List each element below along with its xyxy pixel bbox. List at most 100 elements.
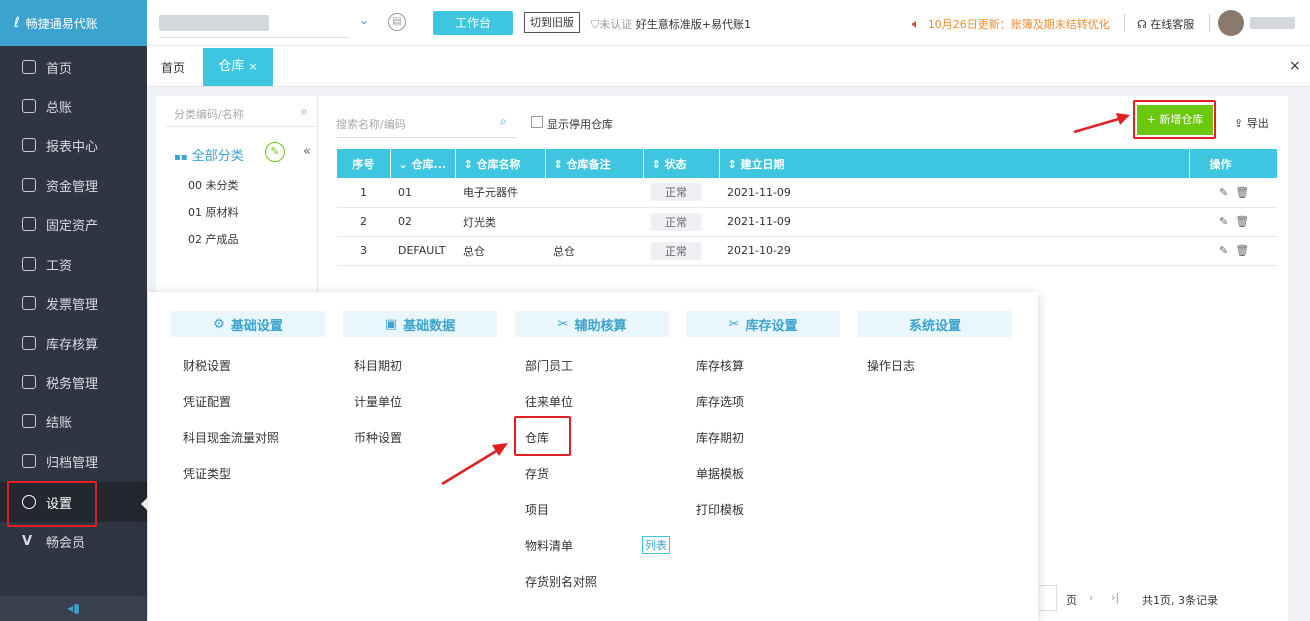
menu-item-inventory-opening[interactable]: 库存期初: [696, 429, 744, 446]
menu-item-departments[interactable]: 部门员工: [525, 357, 573, 374]
workbench-button[interactable]: 工作台: [433, 11, 513, 35]
highlight-settings: [7, 481, 97, 527]
online-service-button[interactable]: ☊ 在线客服: [1137, 16, 1194, 32]
menu-item-voucher-type[interactable]: 凭证类型: [183, 465, 231, 482]
money-icon: [22, 178, 36, 192]
menu-item-voucher-config[interactable]: 凭证配置: [183, 393, 231, 410]
doc-icon[interactable]: ▤: [388, 13, 406, 31]
menu-item-opening-balance[interactable]: 科目期初: [354, 357, 402, 374]
menu-item-operation-log[interactable]: 操作日志: [867, 357, 915, 374]
sidebar-item-vip[interactable]: V 畅会员: [0, 521, 147, 561]
sidebar: ℓ 畅捷通易代账 首页 总账 报表中心 资金管理 固定资产 工资 发票管理 库存…: [0, 0, 147, 621]
sidebar-item-invoice[interactable]: 发票管理: [0, 283, 147, 323]
update-notice[interactable]: 🔈︎ 10月26日更新：账簿及期末结转优化: [912, 16, 1110, 32]
menu-item-units[interactable]: 计量单位: [354, 393, 402, 410]
search-icon[interactable]: ⌕: [500, 114, 507, 129]
tree-node[interactable]: 02 产成品: [188, 231, 239, 247]
divider: [166, 126, 318, 127]
username-blurred[interactable]: [1250, 17, 1295, 29]
warehouse-table: 序号 ⌄ 仓库... ⇕ 仓库名称 ⇕ 仓库备注 ⇕ 状态 ⇕ 建立日期 操作 …: [337, 149, 1277, 266]
vip-icon: V: [22, 533, 33, 549]
speaker-icon: 🔈︎: [912, 17, 920, 32]
ledger-icon: [22, 99, 36, 113]
menu-item-stock-alias[interactable]: 存货别名对照: [525, 573, 597, 590]
col-header-name[interactable]: ⇕ 仓库名称: [455, 149, 546, 178]
header-divider-2: [1209, 14, 1210, 32]
tax-icon: [22, 375, 36, 389]
avatar[interactable]: [1218, 10, 1244, 36]
delete-icon[interactable]: 🗑︎: [1235, 244, 1249, 257]
sidebar-item-funds[interactable]: 资金管理: [0, 165, 147, 205]
menu-heading-system-settings: 系统设置: [858, 311, 1012, 337]
tab-home[interactable]: 首页: [161, 59, 185, 76]
status-badge: 正常: [651, 183, 701, 202]
delete-icon[interactable]: 🗑︎: [1235, 215, 1249, 228]
col-header-status[interactable]: ⇕ 状态: [643, 149, 720, 178]
sidebar-item-archive[interactable]: 归档管理: [0, 441, 147, 481]
col-header-actions: 操作: [1189, 149, 1277, 178]
tools-icon: ✂: [557, 316, 569, 332]
table-row: 2 02 灯光类 正常 2021-11-09 ✎ 🗑︎: [337, 207, 1277, 237]
chart-icon: [22, 138, 36, 152]
menu-item-print-template[interactable]: 打印模板: [696, 501, 744, 518]
page-input[interactable]: [1039, 585, 1057, 611]
close-all-tabs-icon[interactable]: ×: [1289, 58, 1301, 74]
headset-icon: ☊: [1137, 18, 1147, 31]
tab-warehouse[interactable]: 仓库 ×: [203, 48, 273, 86]
menu-item-doc-template[interactable]: 单据模板: [696, 465, 744, 482]
menu-item-project[interactable]: 项目: [525, 501, 549, 518]
warehouse-search-input[interactable]: 搜索名称/编码: [336, 116, 406, 132]
logo[interactable]: ℓ 畅捷通易代账: [0, 0, 147, 46]
col-header-remark[interactable]: ⇕ 仓库备注: [545, 149, 644, 178]
show-disabled-label: 显示停用仓库: [547, 118, 613, 131]
edit-icon[interactable]: ✎: [1219, 244, 1228, 257]
category-search-input[interactable]: 分类编码/名称: [174, 106, 244, 122]
tab-close-icon[interactable]: ×: [248, 60, 257, 73]
menu-item-stock[interactable]: 存货: [525, 465, 549, 482]
menu-item-inventory-accounting[interactable]: 库存核算: [696, 357, 744, 374]
sidebar-item-salary[interactable]: 工资: [0, 244, 147, 284]
collapse-icon: ◂▮: [67, 601, 80, 615]
last-page-icon[interactable]: ›|: [1111, 591, 1119, 604]
header-divider: [1124, 14, 1125, 32]
tree-node[interactable]: 00 未分类: [188, 177, 239, 193]
export-button[interactable]: ⇪ 导出: [1234, 115, 1269, 131]
col-header-date[interactable]: ⇕ 建立日期: [719, 149, 1190, 178]
search-icon[interactable]: ⌕: [301, 104, 308, 119]
sidebar-item-tax[interactable]: 税务管理: [0, 362, 147, 402]
highlight-warehouse-item: [514, 416, 571, 456]
menu-item-tax-settings[interactable]: 财税设置: [183, 357, 231, 374]
menu-item-inventory-options[interactable]: 库存选项: [696, 393, 744, 410]
show-disabled-checkbox[interactable]: [531, 116, 543, 128]
category-tree-panel: 分类编码/名称 ⌕ ▪▪ 全部分类 ✎ « 00 未分类 01 原材料 02 产…: [156, 96, 318, 296]
edit-icon[interactable]: ✎: [1219, 186, 1228, 199]
col-header-code[interactable]: ⌄ 仓库...: [390, 149, 456, 178]
tree-root-all[interactable]: ▪▪ 全部分类: [174, 145, 244, 164]
sidebar-item-closing[interactable]: 结账: [0, 401, 147, 441]
arrow-annotation: [441, 443, 508, 486]
collapse-panel-icon[interactable]: «: [303, 144, 311, 159]
tree-node[interactable]: 01 原材料: [188, 204, 239, 220]
edit-icon[interactable]: ✎: [1219, 215, 1228, 228]
menu-item-cashflow-mapping[interactable]: 科目现金流量对照: [183, 429, 279, 446]
sidebar-item-fixed-assets[interactable]: 固定资产: [0, 204, 147, 244]
search-underline: [336, 137, 516, 138]
menu-item-currency[interactable]: 币种设置: [354, 429, 402, 446]
menu-item-partners[interactable]: 往来单位: [525, 393, 573, 410]
chevron-down-icon[interactable]: ⌄: [359, 13, 369, 27]
logo-icon: ℓ: [14, 15, 20, 31]
bom-list-badge[interactable]: 列表: [642, 536, 670, 554]
sidebar-item-reports[interactable]: 报表中心: [0, 125, 147, 165]
switch-old-version-button[interactable]: 切到旧版: [524, 12, 580, 33]
next-page-icon[interactable]: ›: [1089, 591, 1093, 604]
sidebar-item-ledger[interactable]: 总账: [0, 86, 147, 126]
sidebar-item-home[interactable]: 首页: [0, 47, 147, 87]
delete-icon[interactable]: 🗑︎: [1235, 186, 1249, 199]
menu-heading-basic-data: ▣ 基础数据: [343, 311, 497, 337]
tools-icon: ✂: [728, 316, 740, 332]
sidebar-collapse-button[interactable]: ◂▮: [0, 596, 147, 621]
menu-heading-auxiliary: ✂ 辅助核算: [515, 311, 669, 337]
menu-item-bom[interactable]: 物料清单: [525, 537, 573, 554]
sidebar-item-inventory[interactable]: 库存核算: [0, 323, 147, 363]
edit-category-icon[interactable]: ✎: [265, 142, 285, 162]
